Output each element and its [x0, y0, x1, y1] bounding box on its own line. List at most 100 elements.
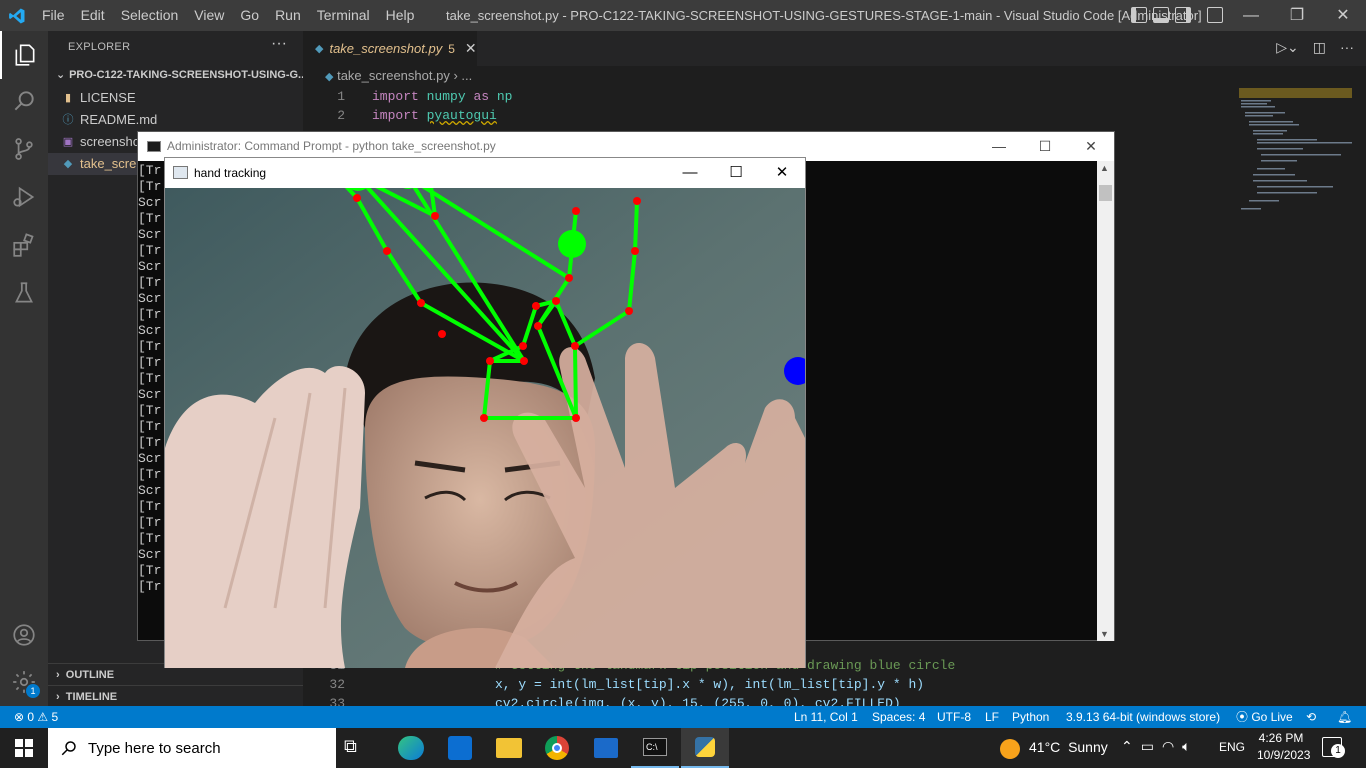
- action-center-icon[interactable]: 1: [1322, 737, 1345, 758]
- close-button[interactable]: ✕: [1320, 0, 1366, 31]
- python-taskbar-button[interactable]: [681, 728, 729, 768]
- file-readme[interactable]: ⓘ README.md: [62, 109, 158, 131]
- breadcrumb-file[interactable]: take_screenshot.py: [337, 68, 450, 83]
- code-line[interactable]: import pyautogui: [372, 108, 497, 123]
- cmd-output-line: [Tr: [138, 243, 162, 258]
- more-icon[interactable]: ···: [1340, 39, 1354, 56]
- menu-view[interactable]: View: [186, 0, 232, 31]
- close-icon[interactable]: ✕: [465, 40, 477, 57]
- explorer-icon[interactable]: [0, 31, 48, 79]
- image-icon: ▣: [62, 136, 74, 148]
- toggle-sidebar-icon[interactable]: [1131, 7, 1147, 23]
- hand-minimize-button[interactable]: —: [667, 158, 713, 188]
- menu-run[interactable]: Run: [267, 0, 309, 31]
- tab-take-screenshot[interactable]: ◆ take_screenshot.py 5 ✕: [303, 31, 477, 66]
- code-line[interactable]: cv2.circle(img, (x, y), 15, (255, 0, 0),…: [495, 696, 901, 706]
- accounts-icon[interactable]: [0, 611, 48, 659]
- go-live-button[interactable]: ⦿ Go Live: [1236, 706, 1293, 728]
- accounts-badge: 1: [26, 684, 40, 698]
- taskbar-search-box[interactable]: Type here to search: [48, 728, 336, 768]
- store-icon[interactable]: [448, 736, 472, 760]
- landmark-point: [383, 247, 391, 255]
- hand-maximize-button[interactable]: ☐: [713, 158, 759, 188]
- restore-button[interactable]: ❐: [1274, 0, 1320, 31]
- feedback-icon[interactable]: ⟲: [1306, 706, 1316, 728]
- chrome-icon[interactable]: [545, 736, 569, 760]
- task-view-icon[interactable]: ⧉: [344, 736, 357, 757]
- code-line[interactable]: x, y = int(lm_list[tip].x * w), int(lm_l…: [495, 677, 924, 692]
- toggle-secondary-sidebar-icon[interactable]: [1175, 7, 1191, 23]
- cmd-close-button[interactable]: ✕: [1068, 132, 1114, 161]
- menu-selection[interactable]: Selection: [113, 0, 187, 31]
- minimize-button[interactable]: —: [1228, 0, 1274, 31]
- menu-file[interactable]: File: [34, 0, 73, 31]
- cmd-scrollbar[interactable]: ▲ ▼: [1097, 161, 1114, 641]
- menu-edit[interactable]: Edit: [73, 0, 113, 31]
- landmark-point: [417, 299, 425, 307]
- search-icon[interactable]: [0, 77, 48, 125]
- cmd-maximize-button[interactable]: ☐: [1022, 132, 1068, 161]
- start-button[interactable]: [0, 728, 48, 768]
- breadcrumb: ◆ take_screenshot.py › ...: [325, 68, 472, 83]
- problems-indicator[interactable]: ⊗ 0 ⚠ 5: [14, 706, 58, 728]
- weather-desc: Sunny: [1068, 739, 1108, 755]
- cmd-output-line: [Tr: [138, 563, 162, 578]
- python-interpreter[interactable]: 3.9.13 64-bit (windows store): [1066, 706, 1220, 728]
- file-label: screensho: [80, 134, 140, 149]
- run-debug-icon[interactable]: [0, 173, 48, 221]
- weather-sun-icon[interactable]: [1000, 739, 1020, 759]
- landmark-point: [532, 302, 540, 310]
- more-actions-button[interactable]: ···: [271, 35, 287, 53]
- taskbar: Type here to search ⧉ C:\ 41°C Sunny ⌃▭◠…: [0, 728, 1366, 768]
- file-explorer-icon[interactable]: [496, 738, 522, 758]
- input-language[interactable]: ENG: [1219, 740, 1245, 754]
- windows-logo-icon: [15, 739, 33, 757]
- line-ending[interactable]: LF: [985, 706, 999, 728]
- landmark-point: [486, 357, 494, 365]
- control-panel-icon[interactable]: [594, 738, 618, 758]
- cmd-taskbar-button[interactable]: C:\: [631, 728, 679, 768]
- window-app-icon: [173, 166, 188, 179]
- cmd-app-icon: [147, 141, 161, 152]
- run-file-icon[interactable]: ▷⌄: [1276, 39, 1299, 56]
- menu-help[interactable]: Help: [378, 0, 423, 31]
- cmd-output-line: [Tr: [138, 515, 162, 530]
- python-icon: ◆: [315, 43, 324, 55]
- weather-temp: 41°C: [1029, 739, 1061, 755]
- timeline-section[interactable]: › TIMELINE: [48, 685, 303, 707]
- hand-close-button[interactable]: ✕: [759, 158, 805, 188]
- left-hand: [165, 365, 365, 668]
- cmd-output-line: Scr: [138, 195, 162, 210]
- cmd-output-line: [Tr: [138, 371, 162, 386]
- manage-gear-icon[interactable]: 1: [0, 658, 48, 706]
- python-icon: ◆: [63, 158, 73, 170]
- cursor-position[interactable]: Ln 11, Col 1: [794, 706, 858, 728]
- clock[interactable]: 4:26 PM 10/9/2023: [1257, 731, 1310, 762]
- edge-icon[interactable]: [398, 736, 424, 760]
- minimap[interactable]: [1239, 88, 1361, 218]
- split-editor-icon[interactable]: ◫: [1313, 39, 1326, 56]
- extensions-icon[interactable]: [0, 221, 48, 269]
- encoding[interactable]: UTF-8: [937, 706, 971, 728]
- source-control-icon[interactable]: [0, 125, 48, 173]
- cmd-output-line: Scr: [138, 483, 162, 498]
- toggle-panel-icon[interactable]: [1153, 7, 1169, 23]
- breadcrumb-rest[interactable]: › ...: [450, 68, 472, 83]
- indentation[interactable]: Spaces: 4: [872, 706, 925, 728]
- system-tray-icons[interactable]: ⌃▭◠🔈︎: [1121, 738, 1199, 755]
- language-mode[interactable]: Python: [1012, 706, 1049, 728]
- customize-layout-icon[interactable]: [1207, 7, 1223, 23]
- weather-widget[interactable]: 41°C Sunny: [1029, 739, 1108, 755]
- hand-title: hand tracking: [194, 166, 267, 180]
- code-line[interactable]: import numpy as np: [372, 89, 512, 104]
- landmark-point: [565, 274, 573, 282]
- file-screenshot[interactable]: ▣ screensho: [62, 131, 140, 153]
- file-license[interactable]: ▮ LICENSE: [62, 87, 136, 109]
- project-folder[interactable]: ⌄ PRO-C122-TAKING-SCREENSHOT-USING-G...: [56, 68, 307, 81]
- cmd-minimize-button[interactable]: —: [976, 132, 1022, 161]
- cmd-output-line: [Tr: [138, 579, 162, 594]
- testing-icon[interactable]: [0, 269, 48, 317]
- menu-go[interactable]: Go: [232, 0, 267, 31]
- notifications-bell-icon[interactable]: 🔔︎: [1337, 706, 1352, 728]
- menu-terminal[interactable]: Terminal: [309, 0, 378, 31]
